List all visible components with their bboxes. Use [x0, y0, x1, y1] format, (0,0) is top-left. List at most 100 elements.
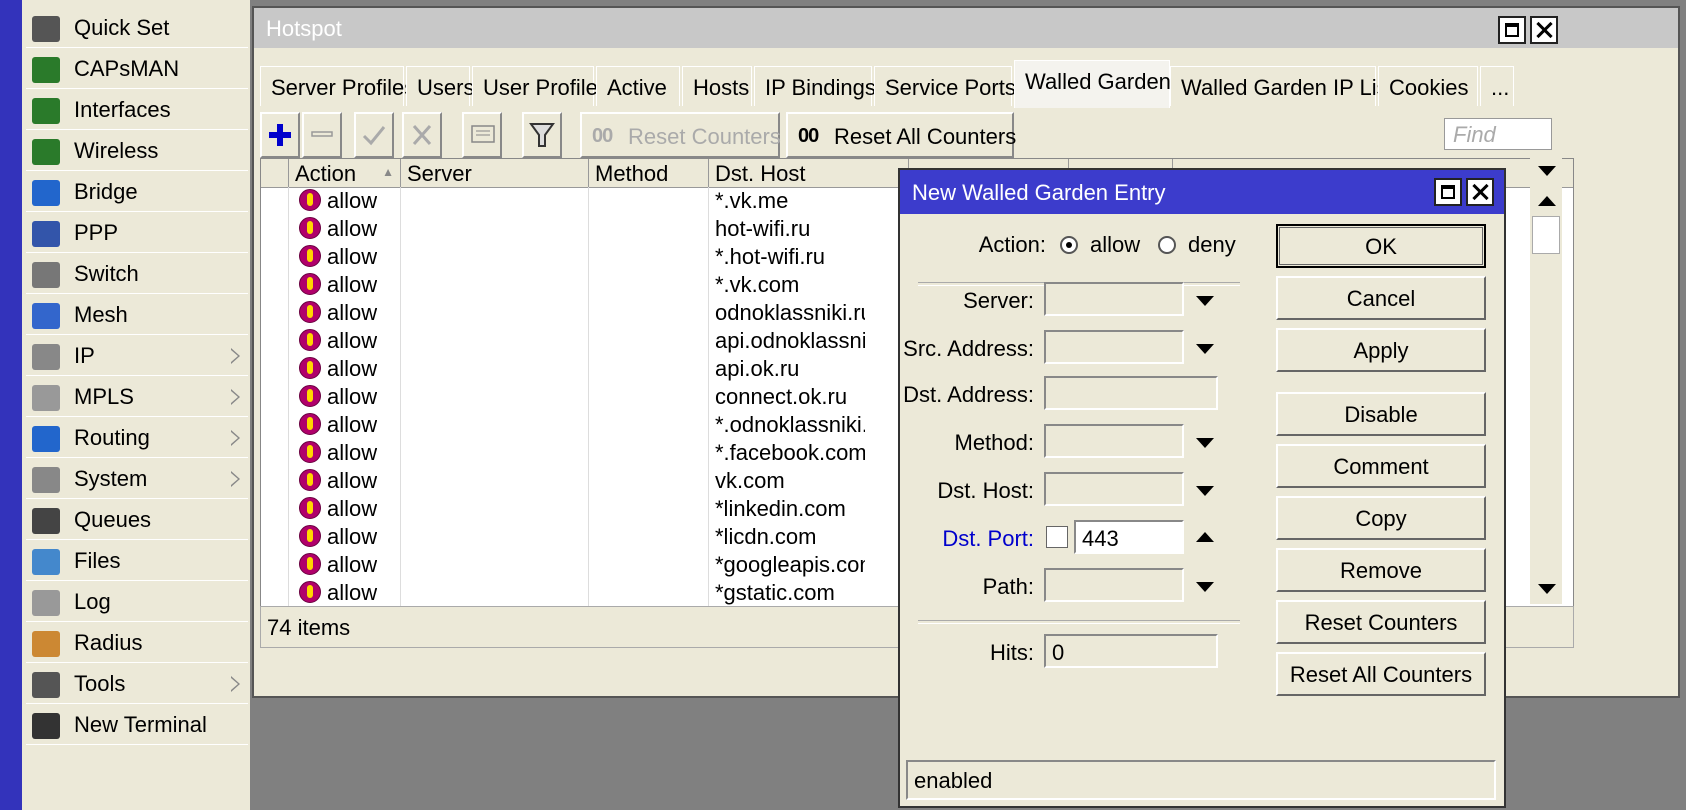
dst-host-dropdown-icon[interactable] [1196, 486, 1214, 496]
src-address-field[interactable] [1044, 330, 1184, 364]
reset-all-counters-button[interactable]: Reset All Counters [1276, 652, 1486, 696]
tab[interactable]: Hosts [682, 66, 752, 106]
enable-button[interactable] [354, 112, 394, 158]
sidebar-item[interactable]: New Terminal [26, 705, 248, 745]
sidebar-item[interactable]: Radius [26, 623, 248, 663]
tab[interactable]: Walled Garden [1014, 60, 1171, 108]
column-menu-icon[interactable] [1538, 166, 1556, 176]
sidebar-item[interactable]: Switch [26, 254, 248, 294]
dst-host-label: Dst. Host: [937, 478, 1034, 503]
disable-button[interactable]: Disable [1276, 392, 1486, 436]
hotspot-titlebar[interactable]: Hotspot [254, 8, 1678, 48]
method-field[interactable] [1044, 424, 1184, 458]
maximize-button[interactable] [1434, 178, 1462, 206]
sidebar-item[interactable]: Queues [26, 500, 248, 540]
method-dropdown-icon[interactable] [1196, 438, 1214, 448]
sidebar-item[interactable]: Tools [26, 664, 248, 704]
col-method[interactable]: Method [589, 159, 709, 187]
col-server-label: Server [407, 161, 472, 186]
deny-radio[interactable] [1158, 236, 1176, 254]
sidebar-item[interactable]: Files [26, 541, 248, 581]
sidebar-item[interactable]: Log [26, 582, 248, 622]
close-button[interactable] [1466, 178, 1494, 206]
tab[interactable]: Active [596, 66, 680, 106]
disable-button[interactable] [402, 112, 442, 158]
quickset-icon [32, 16, 60, 42]
dst-host-cell: *.vk.me [715, 188, 789, 213]
sidebar-item[interactable]: Bridge [26, 172, 248, 212]
tab[interactable]: Cookies [1378, 66, 1478, 106]
dialog-titlebar[interactable]: New Walled Garden Entry [900, 170, 1504, 214]
apply-button[interactable]: Apply [1276, 328, 1486, 372]
col-dst-host[interactable]: Dst. Host [709, 159, 909, 187]
reset-counters-button[interactable]: 00 Reset Counters [580, 112, 781, 158]
interfaces-icon [32, 98, 60, 124]
dst-host-cell: *googleapis.com [715, 552, 865, 577]
col-server[interactable]: Server [401, 159, 589, 187]
sidebar-item[interactable]: PPP [26, 213, 248, 253]
sidebar-item[interactable]: Mesh [26, 295, 248, 335]
sidebar-item[interactable]: MPLS [26, 377, 248, 417]
add-button[interactable] [260, 112, 300, 158]
tab[interactable]: User Profiles [472, 66, 609, 106]
cancel-button[interactable]: Cancel [1276, 276, 1486, 320]
sidebar-item[interactable]: Routing [26, 418, 248, 458]
action-cell: allow [327, 300, 378, 325]
copy-button[interactable]: Copy [1276, 496, 1486, 540]
action-cell: allow [327, 188, 378, 213]
tab[interactable]: Users [406, 66, 474, 106]
dialog-title: New Walled Garden Entry [912, 180, 1166, 205]
sidebar-item-label: New Terminal [74, 712, 207, 737]
path-dropdown-icon[interactable] [1196, 582, 1214, 592]
dst-port-field[interactable]: 443 [1074, 520, 1184, 554]
server-dropdown-icon[interactable] [1196, 296, 1214, 306]
check-icon [362, 126, 386, 146]
sort-asc-icon: ▲ [382, 165, 394, 179]
sidebar-item[interactable]: System [26, 459, 248, 499]
sidebar-item[interactable]: CAPsMAN [26, 49, 248, 89]
allow-radio[interactable] [1060, 236, 1078, 254]
src-address-dropdown-icon[interactable] [1196, 344, 1214, 354]
tab[interactable]: Server Profiles [260, 66, 415, 106]
counter-icon: 00 [592, 125, 613, 147]
reset-all-counters-button[interactable]: 00 Reset All Counters [786, 112, 1016, 158]
tab[interactable]: ... [1480, 66, 1514, 106]
remove-button[interactable] [302, 112, 342, 158]
reset-counters-button[interactable]: Reset Counters [1276, 600, 1486, 644]
sidebar-item[interactable]: IP [26, 336, 248, 376]
path-field[interactable] [1044, 568, 1184, 602]
dst-host-field[interactable] [1044, 472, 1184, 506]
filter-button[interactable] [522, 112, 562, 158]
allow-icon [299, 217, 321, 239]
find-input[interactable]: Find [1444, 118, 1552, 150]
dst-address-field[interactable] [1044, 376, 1218, 410]
log-icon [32, 590, 60, 616]
dst-port-collapse-icon[interactable] [1196, 532, 1214, 542]
sidebar-item[interactable]: Interfaces [26, 90, 248, 130]
tab[interactable]: Service Ports [874, 66, 1016, 106]
submenu-arrow-icon [231, 389, 240, 405]
tab[interactable]: IP Bindings [754, 66, 876, 106]
scroll-down-icon[interactable] [1538, 584, 1556, 594]
dst-port-negate-checkbox[interactable] [1046, 526, 1068, 548]
maximize-button[interactable] [1498, 16, 1526, 44]
sidebar-item[interactable]: Wireless [26, 131, 248, 171]
table-scrollbar[interactable] [1530, 158, 1562, 604]
ok-button[interactable]: OK [1276, 224, 1486, 268]
comment-button[interactable] [462, 112, 502, 158]
col-action[interactable]: Action ▲ [289, 159, 401, 187]
allow-radio-label[interactable]: allow [1090, 232, 1140, 258]
action-cell: allow [327, 272, 378, 297]
remove-button[interactable]: Remove [1276, 548, 1486, 592]
deny-radio-label[interactable]: deny [1188, 232, 1236, 258]
action-cell: allow [327, 524, 378, 549]
comment-button[interactable]: Comment [1276, 444, 1486, 488]
close-button[interactable] [1530, 16, 1558, 44]
action-cell: allow [327, 384, 378, 409]
scroll-thumb[interactable] [1532, 216, 1560, 254]
sidebar-item-label: CAPsMAN [74, 56, 180, 81]
server-field[interactable] [1044, 282, 1184, 316]
sidebar-item[interactable]: Quick Set [26, 8, 248, 48]
tab[interactable]: Walled Garden IP List [1170, 66, 1394, 106]
scroll-up-icon[interactable] [1538, 196, 1556, 206]
